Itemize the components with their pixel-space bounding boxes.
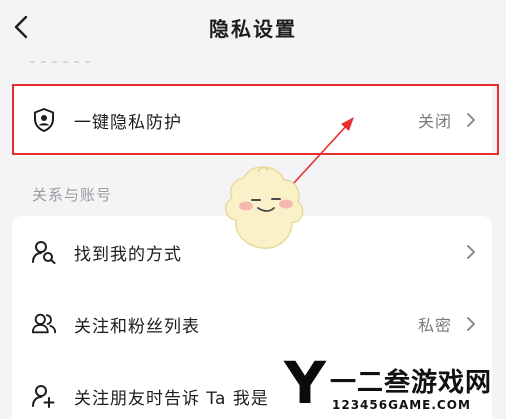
follow-fans-list-label: 关注和粉丝列表 <box>74 316 200 337</box>
users-icon <box>31 311 57 337</box>
shield-user-icon <box>31 107 57 133</box>
follow-fans-list-status: 私密 <box>417 316 452 335</box>
watermark: Y 一二叁游戏网 123456GAME.COM <box>284 352 506 419</box>
watermark-name: 一二叁游戏网 <box>330 368 493 398</box>
chevron-right-icon <box>464 242 478 262</box>
find-me-row[interactable]: 找到我的方式 <box>12 216 492 288</box>
one-click-privacy-status: 关闭 <box>417 112 452 131</box>
follow-fans-list-row[interactable]: 关注和粉丝列表 私密 <box>12 288 492 360</box>
user-search-icon <box>31 239 57 265</box>
page-title: 隐私设置 <box>209 17 297 41</box>
chevron-right-icon <box>464 314 478 334</box>
notify-follow-label: 关注朋友时告诉 Ta 我是 <box>74 388 269 409</box>
header-bar: 隐私设置 <box>0 0 506 56</box>
find-me-label: 找到我的方式 <box>74 244 182 265</box>
watermark-url: 123456GAME.COM <box>332 398 471 412</box>
faded-divider <box>30 58 90 66</box>
section-label-relations: 关系与账号 <box>32 186 113 204</box>
one-click-privacy-row[interactable]: 一键隐私防护 关闭 <box>12 84 492 156</box>
watermark-logo: Y <box>284 349 326 417</box>
chevron-right-icon <box>464 110 478 130</box>
one-click-privacy-label: 一键隐私防护 <box>74 112 182 133</box>
user-add-icon <box>31 383 57 409</box>
privacy-protection-card: 一键隐私防护 关闭 <box>12 84 492 156</box>
